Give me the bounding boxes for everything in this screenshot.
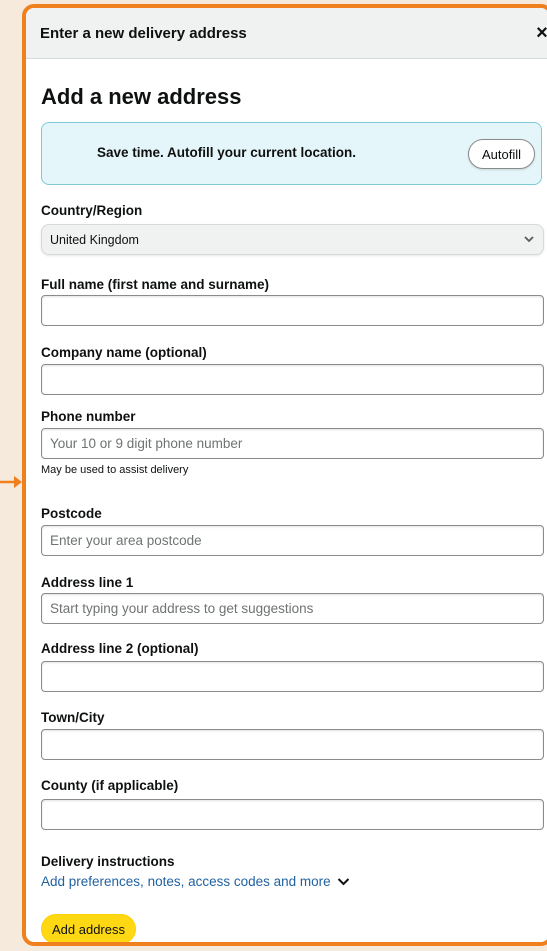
address1-input[interactable] — [41, 593, 544, 624]
modal-content: Add a new address Save time. Autofill yo… — [26, 84, 547, 185]
phone-hint: May be used to assist delivery — [41, 464, 189, 476]
county-label: County (if applicable) — [41, 778, 179, 793]
full-name-label: Full name (first name and surname) — [41, 277, 270, 292]
postcode-label: Postcode — [41, 506, 102, 521]
country-field: Country/Region — [41, 202, 142, 220]
delivery-instructions-link[interactable]: Add preferences, notes, access codes and… — [41, 874, 350, 889]
address2-field: Address line 2 (optional) — [41, 640, 199, 658]
modal-title: Enter a new delivery address — [40, 24, 247, 42]
address2-label: Address line 2 (optional) — [41, 641, 199, 656]
autofill-text: Save time. Autofill your current locatio… — [97, 145, 357, 160]
town-field: Town/City — [41, 709, 105, 727]
phone-input[interactable] — [41, 428, 544, 459]
modal-header: Enter a new delivery address × — [26, 8, 547, 59]
address1-label: Address line 1 — [41, 575, 134, 590]
phone-field: Phone number — [41, 408, 136, 426]
country-select-value: United Kingdom — [50, 232, 139, 247]
postcode-input[interactable] — [41, 525, 544, 556]
address1-field: Address line 1 — [41, 574, 133, 592]
chevron-down-icon[interactable] — [337, 877, 350, 886]
add-address-button[interactable]: Add address — [41, 914, 136, 942]
delivery-instructions-label: Delivery instructions — [41, 854, 175, 869]
town-label: Town/City — [41, 710, 105, 725]
chevron-down-icon — [524, 236, 534, 243]
pointer-arrow-icon — [0, 476, 22, 488]
phone-label: Phone number — [41, 409, 136, 424]
company-label: Company name (optional) — [41, 345, 207, 360]
country-select[interactable]: United Kingdom — [41, 224, 544, 255]
page-title: Add a new address — [41, 84, 242, 109]
county-input[interactable] — [41, 799, 544, 830]
full-name-field: Full name (first name and surname) — [41, 276, 269, 294]
close-icon[interactable]: × — [531, 22, 547, 44]
postcode-field: Postcode — [41, 505, 102, 523]
county-field: County (if applicable) — [41, 777, 178, 795]
autofill-button[interactable]: Autofill — [467, 139, 535, 169]
autofill-banner: Save time. Autofill your current locatio… — [41, 122, 542, 185]
address2-input[interactable] — [41, 661, 544, 692]
country-label: Country/Region — [41, 203, 143, 218]
delivery-instructions-link-text[interactable]: Add preferences, notes, access codes and… — [41, 874, 331, 889]
address-modal: Enter a new delivery address × Add a new… — [22, 4, 547, 946]
country-select-wrap: United Kingdom — [41, 224, 544, 255]
delivery-instructions: Delivery instructions — [41, 853, 175, 871]
company-field: Company name (optional) — [41, 344, 207, 362]
full-name-input[interactable] — [41, 295, 544, 326]
company-input[interactable] — [41, 364, 544, 395]
town-input[interactable] — [41, 729, 544, 760]
